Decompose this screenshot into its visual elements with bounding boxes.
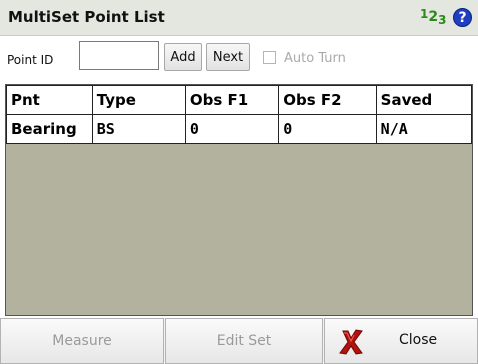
title-bar: MultiSet Point List 123 ? [0,0,478,36]
table-row[interactable]: Bearing BS 0 0 N/A [6,114,472,144]
help-icon[interactable]: ? [453,8,472,27]
close-x-icon [339,329,363,355]
add-button[interactable]: Add [164,43,202,71]
point-table: Pnt Type Obs F1 Obs F2 Saved Bearing BS … [6,85,472,144]
point-list-table[interactable]: Pnt Type Obs F1 Obs F2 Saved Bearing BS … [5,84,473,316]
numeric-input-icon[interactable]: 123 [420,6,447,27]
column-header-type[interactable]: Type [91,85,186,115]
window-title: MultiSet Point List [8,8,165,26]
measure-button[interactable]: Measure [0,318,164,364]
point-id-label: Point ID [7,53,54,67]
cell-saved: N/A [375,114,472,144]
close-label: Close [399,332,438,348]
edit-set-button[interactable]: Edit Set [165,318,323,364]
numeric-input-icon-digit-1: 1 [420,7,429,21]
table-header-row: Pnt Type Obs F1 Obs F2 Saved [6,85,472,115]
numeric-input-icon-digit-2: 2 [428,9,439,25]
bottom-button-bar: Measure Edit Set Close [0,318,478,364]
numeric-input-icon-digit-3: 3 [438,13,447,27]
auto-turn-checkbox[interactable] [263,51,276,64]
next-button[interactable]: Next [206,43,250,71]
cell-obs-f1: 0 [184,114,280,144]
auto-turn-label: Auto Turn [284,51,346,66]
point-entry-row: Point ID Add Next Auto Turn [0,38,478,78]
cell-pnt: Bearing [6,114,93,144]
column-header-pnt[interactable]: Pnt [6,85,93,115]
column-header-saved[interactable]: Saved [375,85,472,115]
cell-obs-f2: 0 [278,114,377,144]
column-header-obs-f1[interactable]: Obs F1 [184,85,280,115]
column-header-obs-f2[interactable]: Obs F2 [278,85,377,115]
cell-type: BS [91,114,186,144]
close-button[interactable]: Close [324,318,478,364]
point-id-input[interactable] [79,41,159,70]
